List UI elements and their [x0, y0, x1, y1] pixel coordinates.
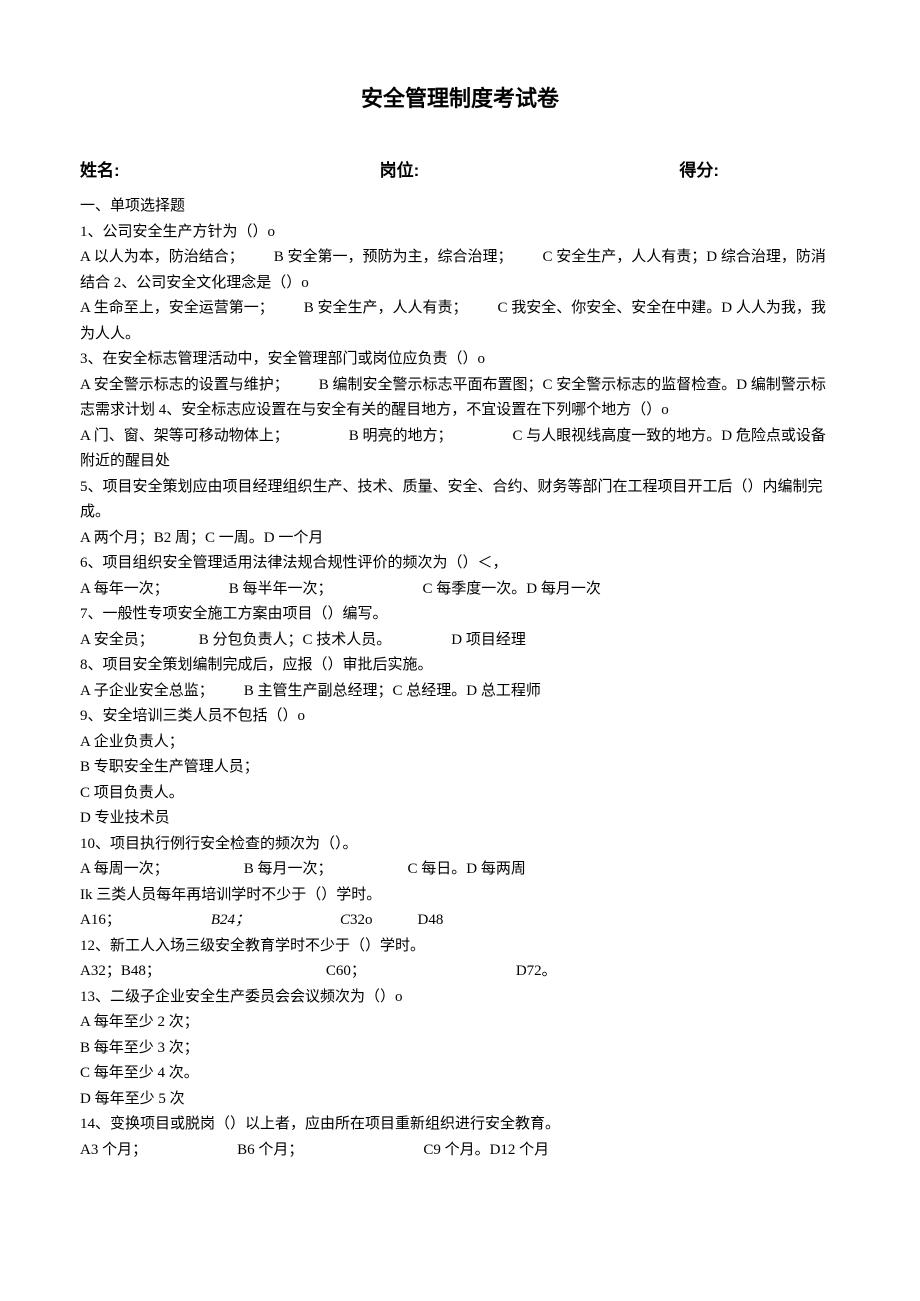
question-13-b: B 每年至少 3 次； [80, 1036, 840, 1062]
question-10: 10、项目执行例行安全检查的频次为（）。 [80, 832, 840, 858]
q11-opt-a: A16； [80, 912, 121, 928]
question-7: 7、一般性专项安全施工方案由项目（）编写。 [80, 602, 840, 628]
question-8: 8、项目安全策划编制完成后，应报（）审批后实施。 [80, 653, 840, 679]
score-label: 得分: [679, 157, 719, 186]
question-3: 3、在安全标志管理活动中，安全管理部门或岗位应负责（）o [80, 347, 840, 373]
post-label: 岗位: [380, 157, 420, 186]
q11-opt-b: B24； [211, 912, 250, 928]
question-11: Ik 三类人员每年再培训学时不少于（）学时。 [80, 883, 840, 909]
question-9-d: D 专业技术员 [80, 806, 840, 832]
q11-opt-d: D48 [418, 912, 444, 928]
question-9-b: B 专职安全生产管理人员； [80, 755, 840, 781]
name-label: 姓名: [80, 157, 120, 186]
question-8-options: A 子企业安全总监； B 主管生产副总经理；C 总经理。D 总工程师 [80, 679, 840, 705]
q11-opt-c-val: 32o [350, 912, 373, 928]
question-5: 5、项目安全策划应由项目经理组织生产、技术、质量、安全、合约、财务等部门在工程项… [80, 475, 840, 526]
question-1: 1、公司安全生产方针为（）o [80, 220, 840, 246]
question-14-options: A3 个月； B6 个月； C9 个月。D12 个月 [80, 1138, 840, 1164]
question-11-options: A16； B24； C32o D48 [80, 908, 840, 934]
question-3-options: A 安全警示标志的设置与维护； B 编制安全警示标志平面布置图；C 安全警示标志… [80, 373, 840, 424]
question-6-options: A 每年一次； B 每半年一次； C 每季度一次。D 每月一次 [80, 577, 840, 603]
question-13-a: A 每年至少 2 次； [80, 1010, 840, 1036]
q11-opt-c-prefix: C [340, 912, 350, 928]
question-9-a: A 企业负责人； [80, 730, 840, 756]
question-4-options: A 门、窗、架等可移动物体上； B 明亮的地方； C 与人眼视线高度一致的地方。… [80, 424, 840, 475]
question-6: 6、项目组织安全管理适用法律法规合规性评价的频次为（）＜， [80, 551, 840, 577]
question-1-options: A 以人为本，防治结合； B 安全第一，预防为主，综合治理； C 安全生产，人人… [80, 245, 840, 296]
question-12: 12、新工人入场三级安全教育学时不少于（）学时。 [80, 934, 840, 960]
question-13-d: D 每年至少 5 次 [80, 1087, 840, 1113]
question-12-options: A32；B48； C60； D72。 [80, 959, 840, 985]
question-14: 14、变换项目或脱岗（）以上者，应由所在项目重新组织进行安全教育。 [80, 1112, 840, 1138]
question-9: 9、安全培训三类人员不包括（）o [80, 704, 840, 730]
question-7-options: A 安全员； B 分包负责人；C 技术人员。 D 项目经理 [80, 628, 840, 654]
question-2-options: A 生命至上，安全运营第一； B 安全生产，人人有责； C 我安全、你安全、安全… [80, 296, 840, 347]
question-9-c: C 项目负责人。 [80, 781, 840, 807]
question-13-c: C 每年至少 4 次。 [80, 1061, 840, 1087]
question-5-options: A 两个月；B2 周；C 一周。D 一个月 [80, 526, 840, 552]
question-13: 13、二级子企业安全生产委员会会议频次为（）o [80, 985, 840, 1011]
page-title: 安全管理制度考试卷 [80, 80, 840, 117]
form-header: 姓名: 岗位: 得分: [80, 157, 840, 186]
section-1-heading: 一、单项选择题 [80, 194, 840, 220]
question-10-options: A 每周一次； B 每月一次； C 每日。D 每两周 [80, 857, 840, 883]
